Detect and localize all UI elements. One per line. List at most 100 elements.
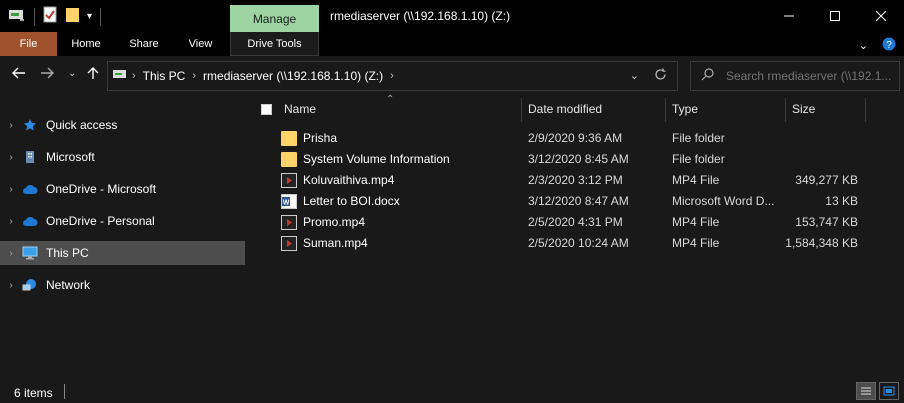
sidebar-item-onedrive-personal[interactable]: › OneDrive - Personal <box>0 209 245 233</box>
sidebar-item-label: Microsoft <box>46 150 95 164</box>
file-type: MP4 File <box>672 173 720 187</box>
expand-chevron-icon[interactable]: › <box>0 184 22 195</box>
file-name: Prisha <box>303 131 338 145</box>
expand-ribbon-icon[interactable]: ⌄ <box>859 39 868 52</box>
search-input[interactable] <box>726 69 896 83</box>
column-divider[interactable] <box>785 98 786 122</box>
file-size: 1,584,348 KB <box>785 236 858 250</box>
sidebar-item-this-pc[interactable]: › This PC <box>0 241 245 265</box>
properties-icon[interactable] <box>43 6 59 27</box>
video-file-icon <box>281 236 297 251</box>
help-icon[interactable]: ? <box>882 37 896 54</box>
up-arrow-icon[interactable] <box>86 66 100 83</box>
expand-chevron-icon[interactable]: › <box>0 120 22 131</box>
close-button[interactable] <box>858 0 904 32</box>
large-icons-view-icon <box>883 386 895 396</box>
column-header-label: Date modified <box>528 102 603 116</box>
sidebar-item-label: OneDrive - Microsoft <box>46 182 157 196</box>
video-file-icon <box>281 173 297 188</box>
column-header-label: Type <box>672 102 699 116</box>
address-bar[interactable]: › This PC › rmediaserver (\\192.168.1.10… <box>107 61 678 91</box>
file-type: MP4 File <box>672 236 720 250</box>
forward-arrow-icon[interactable] <box>40 66 54 83</box>
navigation-bar: ⌄ › This PC › rmediaserver (\\192.168.1.… <box>0 56 904 96</box>
expand-chevron-icon[interactable]: › <box>0 152 22 163</box>
large-icons-view-button[interactable] <box>879 382 899 400</box>
file-size: 349,277 KB <box>795 173 858 187</box>
file-size: 153,747 KB <box>795 215 858 229</box>
file-name: Letter to BOI.docx <box>303 194 400 208</box>
breadcrumb-chevron-icon[interactable]: › <box>192 70 196 82</box>
folder-icon <box>281 131 297 146</box>
column-header-size[interactable]: Size <box>792 96 864 122</box>
file-type: File folder <box>672 152 725 166</box>
tab-drive-tools[interactable]: Drive Tools <box>230 32 319 56</box>
computer-icon <box>22 245 38 261</box>
file-name: Koluvaithiva.mp4 <box>303 173 395 187</box>
breadcrumb-current-drive[interactable]: rmediaserver (\\192.168.1.10) (Z:) <box>203 69 383 83</box>
file-row[interactable]: Prisha 2/9/2020 9:36 AM File folder <box>248 128 904 149</box>
toolbar-divider <box>34 7 35 26</box>
refresh-icon[interactable] <box>654 68 667 84</box>
file-date: 2/5/2020 4:31 PM <box>528 215 623 229</box>
sidebar-item-quick-access[interactable]: › Quick access <box>0 113 245 137</box>
breadcrumb-this-pc[interactable]: This PC <box>143 69 186 83</box>
file-row[interactable]: Suman.mp4 2/5/2020 10:24 AM MP4 File 1,5… <box>248 233 904 254</box>
sidebar-item-label: Network <box>46 278 91 292</box>
drive-icon <box>112 68 128 85</box>
video-file-icon <box>281 215 297 230</box>
file-row[interactable]: System Volume Information 3/12/2020 8:45… <box>248 149 904 170</box>
sidebar-item-network[interactable]: › Network <box>0 273 245 297</box>
expand-chevron-icon[interactable]: › <box>0 248 22 259</box>
minimize-button[interactable] <box>766 0 812 32</box>
star-icon <box>22 117 38 133</box>
column-divider[interactable] <box>865 98 866 122</box>
ribbon-tabs: File Home Share View Drive Tools ⌄ ? <box>0 32 904 56</box>
column-divider[interactable] <box>665 98 666 122</box>
search-box[interactable] <box>690 61 900 91</box>
tab-home[interactable]: Home <box>57 32 115 56</box>
cloud-icon <box>22 213 38 229</box>
select-all-checkbox[interactable] <box>261 104 272 115</box>
file-row[interactable]: Promo.mp4 2/5/2020 4:31 PM MP4 File 153,… <box>248 212 904 233</box>
column-header-type[interactable]: Type <box>672 96 784 122</box>
word-file-icon: W <box>281 194 297 209</box>
sidebar-item-label: Quick access <box>46 118 118 132</box>
file-name: System Volume Information <box>303 152 450 166</box>
navigation-pane: › Quick access › Microsoft › OneDrive - … <box>0 96 248 379</box>
file-type: File folder <box>672 131 725 145</box>
tab-file[interactable]: File <box>0 32 57 56</box>
file-row[interactable]: Koluvaithiva.mp4 2/3/2020 3:12 PM MP4 Fi… <box>248 170 904 191</box>
column-header-date-modified[interactable]: Date modified <box>528 96 664 122</box>
maximize-button[interactable] <box>812 0 858 32</box>
drive-icon <box>8 7 26 26</box>
file-date: 2/5/2020 10:24 AM <box>528 236 629 250</box>
sidebar-item-microsoft[interactable]: › Microsoft <box>0 145 245 169</box>
back-arrow-icon[interactable] <box>12 66 26 83</box>
sidebar-item-label: This PC <box>46 246 89 260</box>
column-header-name[interactable]: Name <box>284 96 520 122</box>
column-divider[interactable] <box>521 98 522 122</box>
svg-text:?: ? <box>886 40 892 51</box>
details-view-button[interactable] <box>856 382 876 400</box>
status-bar: 6 items <box>0 379 904 403</box>
breadcrumb-chevron-icon[interactable]: › <box>390 70 394 82</box>
file-date: 2/9/2020 9:36 AM <box>528 131 623 145</box>
file-name: Promo.mp4 <box>303 215 366 229</box>
file-row[interactable]: W Letter to BOI.docx 3/12/2020 8:47 AM M… <box>248 191 904 212</box>
file-date: 2/3/2020 3:12 PM <box>528 173 623 187</box>
breadcrumb-chevron-icon[interactable]: › <box>132 70 136 82</box>
customize-toolbar-icon[interactable]: ▾ <box>87 11 92 22</box>
new-folder-icon[interactable] <box>65 6 81 27</box>
sidebar-item-onedrive-microsoft[interactable]: › OneDrive - Microsoft <box>0 177 245 201</box>
title-bar: ▾ Manage rmediaserver (\\192.168.1.10) (… <box>0 0 904 32</box>
tab-share[interactable]: Share <box>115 32 173 56</box>
tab-view[interactable]: View <box>173 32 228 56</box>
address-dropdown-icon[interactable]: ⌄ <box>630 69 639 82</box>
toolbar-divider <box>100 7 102 26</box>
file-date: 3/12/2020 8:45 AM <box>528 152 629 166</box>
expand-chevron-icon[interactable]: › <box>0 280 22 291</box>
expand-chevron-icon[interactable]: › <box>0 216 22 227</box>
tab-manage[interactable]: Manage <box>230 5 319 32</box>
recent-locations-chevron-icon[interactable]: ⌄ <box>68 68 76 79</box>
